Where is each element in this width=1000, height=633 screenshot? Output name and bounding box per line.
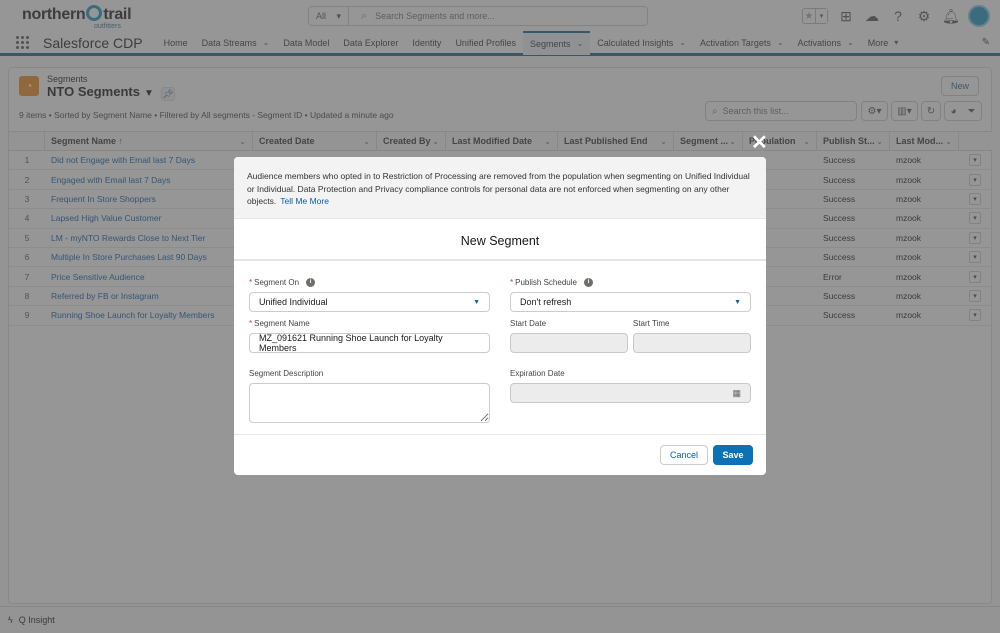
start-date-label: Start Date [510,318,547,328]
segment-on-select[interactable]: Unified Individual ▼ [249,292,490,312]
start-time-field: Start Time [633,317,751,353]
start-time-input[interactable] [633,333,751,353]
required-marker: * [249,277,253,287]
privacy-notice: Audience members who opted in to Restric… [234,157,766,219]
caret-down-icon: ▼ [734,298,741,306]
start-time-label: Start Time [633,318,670,328]
start-date-field: Start Date [510,317,628,353]
segment-description-label: Segment Description [249,368,324,378]
info-icon[interactable]: i [306,277,316,287]
save-button[interactable]: Save [713,445,753,465]
publish-schedule-value: Don't refresh [520,297,572,307]
publish-schedule-label: Publish Schedule [515,277,577,287]
segment-on-value: Unified Individual [259,297,328,307]
segment-description-field: Segment Description [249,367,490,423]
publish-schedule-field: * Publish Schedule i Don't refresh ▼ [510,276,751,312]
close-modal-icon[interactable]: ✕ [751,133,768,153]
modal-footer: Cancel Save [234,434,766,475]
tell-me-more-link[interactable]: Tell Me More [280,196,329,206]
cancel-button[interactable]: Cancel [660,445,708,465]
new-segment-modal: Audience members who opted in to Restric… [234,157,766,475]
modal-title: New Segment [234,219,766,261]
segment-on-label: Segment On [254,277,300,287]
segment-on-field: * Segment On i Unified Individual ▼ [249,276,490,312]
expiration-date-input[interactable]: ▦ [510,383,751,403]
publish-schedule-select[interactable]: Don't refresh ▼ [510,292,751,312]
segment-name-field: * Segment Name MZ_091621 Running Shoe Lau… [249,317,490,353]
required-marker: * [510,277,514,287]
caret-down-icon: ▼ [473,298,480,306]
expiration-date-field: Expiration Date ▦ [510,367,751,403]
required-marker: * [249,318,253,328]
segment-description-textarea[interactable] [249,383,490,423]
expiration-date-label: Expiration Date [510,368,565,378]
segment-name-label: Segment Name [254,318,310,328]
start-date-input[interactable] [510,333,628,353]
info-icon[interactable]: i [583,277,593,287]
modal-body: * Segment On i Unified Individual ▼ * Publis… [234,261,766,433]
segment-name-value: MZ_091621 Running Shoe Launch for Loyalt… [259,333,443,353]
segment-name-input[interactable]: MZ_091621 Running Shoe Launch for Loyalt… [249,333,490,353]
calendar-icon[interactable]: ▦ [732,388,741,399]
